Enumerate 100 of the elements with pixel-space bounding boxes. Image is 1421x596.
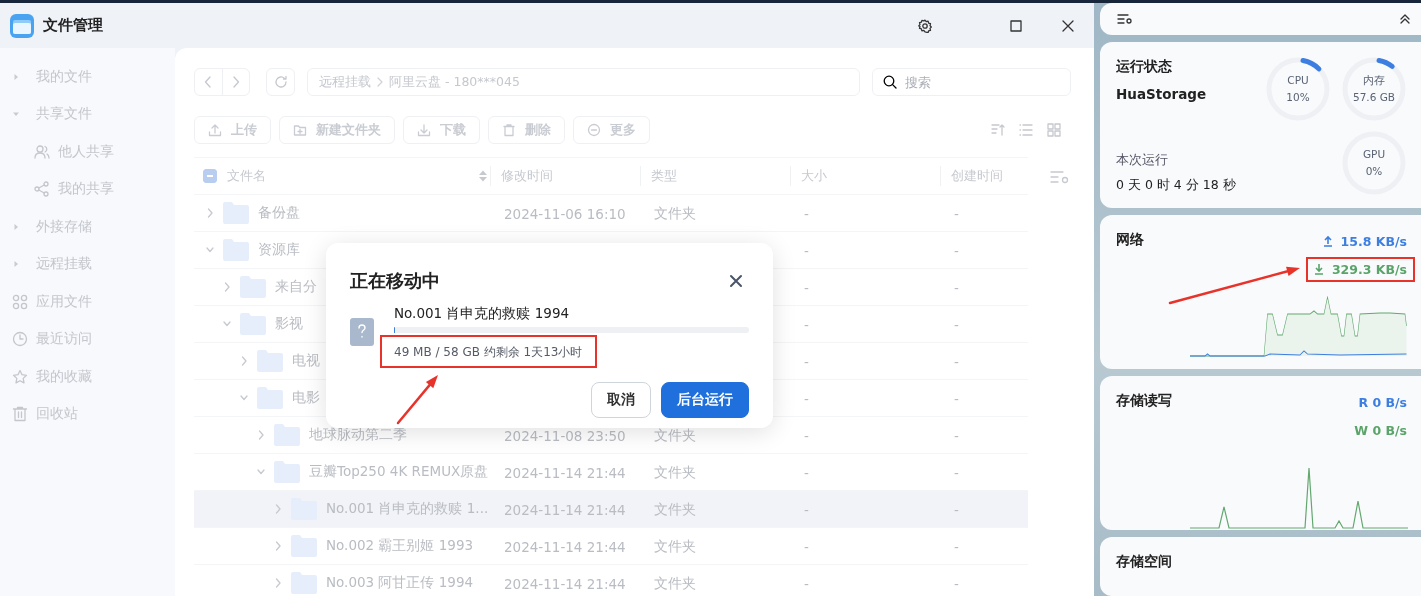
transfer-rate: 15.8 KB/s xyxy=(1340,233,1407,249)
table-cell: 文件夹 xyxy=(654,427,696,443)
host-name: HuaStorage xyxy=(1116,85,1208,102)
card-title: 网络 xyxy=(1116,230,1144,249)
table-cell: 2024-11-08 23:50 xyxy=(504,427,626,444)
table-cell: - xyxy=(804,390,809,407)
refresh-button[interactable] xyxy=(266,68,295,96)
filter-settings-icon[interactable] xyxy=(1117,12,1133,25)
gauge-value: 0% xyxy=(1365,163,1383,179)
run-in-background-button[interactable]: 后台运行 xyxy=(661,382,749,418)
table-cell: - xyxy=(804,575,809,592)
more-icon xyxy=(587,123,601,137)
gauge-label: CPU xyxy=(1287,72,1309,88)
file-name[interactable]: No.003 阿甘正传 1994 xyxy=(326,574,474,592)
chevron-right-icon[interactable] xyxy=(223,281,231,293)
chevron-right-icon[interactable] xyxy=(274,503,282,515)
cancel-button[interactable]: 取消 xyxy=(591,382,651,418)
transfer-rate: R 0 B/s xyxy=(1358,395,1407,411)
table-cell: - xyxy=(804,353,809,370)
table-cell: - xyxy=(804,501,809,518)
table-cell: - xyxy=(954,427,959,444)
arrow xyxy=(396,375,438,425)
folder-icon xyxy=(223,239,249,261)
checkbox[interactable] xyxy=(203,169,217,183)
maximize-icon[interactable] xyxy=(1010,19,1022,32)
table-cell: - xyxy=(954,205,959,222)
chevron-right-icon[interactable] xyxy=(257,429,265,441)
table-cell: - xyxy=(804,427,809,444)
file-name[interactable]: 备份盘 xyxy=(258,204,300,222)
download-icon xyxy=(417,123,431,137)
folder-icon xyxy=(240,313,266,335)
close-icon[interactable] xyxy=(1062,19,1074,32)
file-name[interactable]: 电影 xyxy=(292,389,320,407)
close-icon[interactable] xyxy=(729,274,743,288)
search-field[interactable]: 搜索 xyxy=(872,68,1071,96)
gauge-label: GPU xyxy=(1362,146,1386,162)
folder-icon xyxy=(291,572,317,594)
sort-icon[interactable] xyxy=(478,169,488,183)
folder-icon xyxy=(274,461,300,483)
progress-text: 49 MB / 58 GB 约剩余 1天13小时 xyxy=(394,345,583,359)
file-name[interactable]: 来自分 xyxy=(275,278,317,296)
chevron-right-icon[interactable] xyxy=(274,540,282,552)
table-cell: - xyxy=(804,279,809,296)
file-name[interactable]: 电视 xyxy=(292,352,320,370)
table-cell: - xyxy=(954,316,959,333)
transfer-rate: 329.3 KB/s xyxy=(1331,261,1407,277)
file-name: No.001 肖申克的救赎 1994 xyxy=(394,305,571,323)
dialog-title: 正在移动中 xyxy=(350,269,440,293)
download-icon xyxy=(1313,263,1324,276)
file-name[interactable]: No.002 霸王别姬 1993 xyxy=(326,537,474,555)
table-cell: - xyxy=(954,575,959,592)
window-title: 文件管理 xyxy=(43,16,103,35)
chevron-left-icon xyxy=(204,76,213,88)
chevron-right-icon[interactable] xyxy=(274,577,282,589)
star-icon xyxy=(12,368,28,385)
collapse-icon[interactable] xyxy=(1399,12,1411,25)
share-icon xyxy=(34,181,50,198)
folder-icon xyxy=(257,387,283,409)
settings-icon[interactable] xyxy=(918,18,932,33)
transfer-rate: W 0 B/s xyxy=(1354,423,1407,439)
upload-icon xyxy=(208,123,222,137)
table-cell: - xyxy=(954,279,959,296)
uptime-label: 本次运行 xyxy=(1116,151,1169,169)
card-title: 运行状态 xyxy=(1116,57,1173,76)
gauge-label: 内存 xyxy=(1363,72,1385,88)
gauge-value: 10% xyxy=(1286,89,1310,105)
breadcrumb-item[interactable]: 远程挂载 xyxy=(319,73,371,91)
sort-icon[interactable] xyxy=(990,122,1006,138)
table-cell: - xyxy=(954,353,959,370)
chevron-right-icon xyxy=(377,77,383,87)
file-name[interactable]: 影视 xyxy=(275,315,303,333)
table-cell: 2024-11-14 21:44 xyxy=(504,464,626,481)
table-cell: - xyxy=(804,538,809,555)
table-cell: 2024-11-14 21:44 xyxy=(504,501,626,518)
table-cell: 2024-11-14 21:44 xyxy=(504,575,626,592)
folder-icon xyxy=(257,350,283,372)
gauge-value: 57.6 GB xyxy=(1352,89,1396,105)
breadcrumb-item[interactable]: 阿里云盘 - 180***045 xyxy=(389,73,520,91)
file-name[interactable]: 豆瓣Top250 4K REMUX原盘 xyxy=(309,463,489,481)
table-cell: - xyxy=(954,538,959,555)
chevron-right-icon[interactable] xyxy=(240,355,248,367)
table-cell: 文件夹 xyxy=(654,501,696,517)
file-name[interactable]: 资源库 xyxy=(258,241,300,259)
app-icon xyxy=(10,13,34,38)
folder-icon xyxy=(223,202,249,224)
list-view-icon[interactable] xyxy=(1018,122,1034,138)
refresh-icon xyxy=(273,75,288,89)
clock-icon xyxy=(12,331,28,348)
table-cell: 文件夹 xyxy=(654,205,696,221)
card-title: 存储空间 xyxy=(1116,553,1172,572)
column-header[interactable]: 文件名 xyxy=(227,167,266,185)
grid-view-icon[interactable] xyxy=(1046,122,1062,138)
uptime-value: 0 天 0 时 4 分 18 秒 xyxy=(1116,176,1237,194)
trash-icon xyxy=(502,123,516,137)
chevron-right-icon[interactable] xyxy=(206,207,214,219)
column-settings-icon[interactable] xyxy=(1050,169,1070,185)
folder-icon xyxy=(291,535,317,557)
table-cell: - xyxy=(954,390,959,407)
folder-plus-icon xyxy=(293,123,307,137)
table-cell: 文件夹 xyxy=(654,464,696,480)
